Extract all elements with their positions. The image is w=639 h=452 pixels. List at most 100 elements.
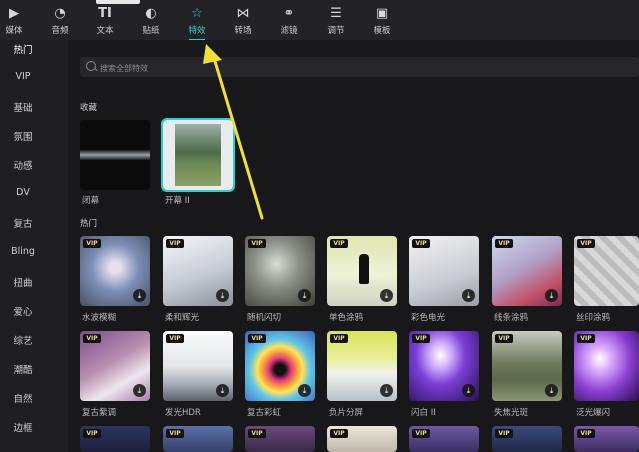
download-icon[interactable]: ⤓ [133,384,146,397]
transition-icon: ⋈ [236,6,250,21]
effect-card[interactable]: VIP ⤓ [245,236,315,306]
template-icon: ▣ [375,6,389,21]
sidebar-item-border[interactable]: 边框 [0,420,46,434]
adjust-icon: ☰ [330,6,342,21]
tab-effects[interactable]: ☆ 特效 [177,6,217,41]
search-icon [86,61,96,71]
vip-badge: VIP [330,239,348,248]
effect-card[interactable]: VIP [163,426,233,452]
tab-transition[interactable]: ⋈ 转场 [223,6,263,36]
sidebar-item-retro[interactable]: 复古 [0,216,46,230]
sidebar-item-basic[interactable]: 基础 [0,100,46,114]
effect-card[interactable]: VIP [245,426,315,452]
effect-label: 负片分屏 [329,408,364,418]
search-bar[interactable] [80,57,639,77]
download-icon[interactable]: ⤓ [298,289,311,302]
window-notch [96,0,140,4]
tab-adjust[interactable]: ☰ 调节 [316,6,356,36]
tab-sticker[interactable]: ◐ 贴纸 [131,6,171,36]
effect-label: 复古紫调 [82,408,117,418]
effect-card[interactable]: VIP ⤓ [80,331,150,401]
vip-badge: VIP [248,429,266,438]
vip-badge: VIP [495,239,513,248]
effect-label: 泛光爆闪 [576,408,611,418]
effect-card[interactable]: VIP [492,426,562,452]
tab-text[interactable]: TI 文本 [85,6,125,36]
effect-card[interactable]: VIP ⤓ [492,331,562,401]
sidebar-item-dynamic[interactable]: 动感 [0,158,46,172]
effect-card[interactable] [80,120,150,190]
effect-card[interactable]: VIP [574,236,639,306]
filter-icon: ⚭ [283,6,295,21]
effect-card[interactable]: VIP [80,426,150,452]
sidebar-item-cool[interactable]: 潮酷 [0,362,46,376]
vip-badge: VIP [330,334,348,343]
download-icon[interactable]: ⤓ [462,384,475,397]
effect-card[interactable]: VIP ⤓ [163,236,233,306]
sidebar-item-nature[interactable]: 自然 [0,391,46,405]
vip-badge: VIP [83,334,101,343]
effect-label: 柔和辉光 [165,313,200,323]
effect-card[interactable]: VIP [574,331,639,401]
effect-card[interactable]: VIP ⤓ [409,331,479,401]
effect-card[interactable]: VIP ⤓ [163,331,233,401]
effect-card[interactable]: VIP [409,426,479,452]
effect-preview [359,254,369,284]
download-icon[interactable]: ⤓ [216,384,229,397]
sidebar-item-distort[interactable]: 扭曲 [0,275,46,289]
download-icon[interactable]: ⤓ [545,384,558,397]
download-icon[interactable]: ⤓ [133,289,146,302]
tab-filter[interactable]: ⚭ 滤镜 [269,6,309,36]
vip-badge: VIP [166,239,184,248]
tab-template[interactable]: ▣ 模板 [362,6,402,36]
download-icon[interactable]: ⤓ [298,384,311,397]
download-icon[interactable]: ⤓ [216,289,229,302]
effect-card[interactable]: VIP ⤓ [409,236,479,306]
sidebar-item-love[interactable]: 爱心 [0,304,46,318]
download-icon[interactable]: ⤓ [380,289,393,302]
effect-card[interactable]: VIP [327,426,397,452]
tab-media[interactable]: ▶ 媒体 [0,6,34,36]
effect-label: 丝印涂鸦 [576,313,611,323]
download-icon[interactable]: ⤓ [462,289,475,302]
vip-badge: VIP [83,429,101,438]
sidebar-item-ambience[interactable]: 氛围 [0,129,46,143]
effect-card[interactable]: VIP [574,426,639,452]
effect-label: 闭幕 [82,196,100,206]
sidebar-item-vip[interactable]: VIP [0,71,46,82]
effect-preview [80,150,150,160]
vip-badge: VIP [412,429,430,438]
effect-label: 复古彩虹 [247,408,282,418]
download-icon[interactable]: ⤓ [545,289,558,302]
effect-preview [175,124,221,186]
effect-card[interactable]: VIP ⤓ [492,236,562,306]
sidebar-item-bling[interactable]: Bling [0,246,46,257]
vip-badge: VIP [577,334,595,343]
effect-card[interactable]: VIP ⤓ [327,331,397,401]
effect-label: 闪白 II [411,408,436,418]
vip-badge: VIP [577,239,595,248]
vip-badge: VIP [412,239,430,248]
vip-badge: VIP [495,429,513,438]
vip-badge: VIP [330,429,348,438]
vip-badge: VIP [495,334,513,343]
vip-badge: VIP [166,334,184,343]
hot-title: 热门 [80,219,98,229]
download-icon[interactable]: ⤓ [380,384,393,397]
effect-card[interactable]: VIP ⤓ [327,236,397,306]
effect-card[interactable]: VIP ⤓ [245,331,315,401]
vip-badge: VIP [166,429,184,438]
effect-label: 随机闪切 [247,313,282,323]
effect-label: 发光HDR [165,408,201,418]
sidebar-item-dv[interactable]: DV [0,187,46,198]
effect-card[interactable]: VIP ⤓ [80,236,150,306]
effects-icon: ☆ [191,6,203,21]
effect-label: 水波模糊 [82,313,117,323]
effect-card[interactable] [161,118,235,192]
search-input[interactable] [98,59,622,77]
sidebar-item-hot[interactable]: 热门 [0,42,46,56]
sticker-icon: ◐ [145,6,157,21]
effect-label: 失焦光斑 [494,408,529,418]
sidebar-item-variety[interactable]: 综艺 [0,333,46,347]
tab-audio[interactable]: ◔ 音频 [40,6,80,36]
